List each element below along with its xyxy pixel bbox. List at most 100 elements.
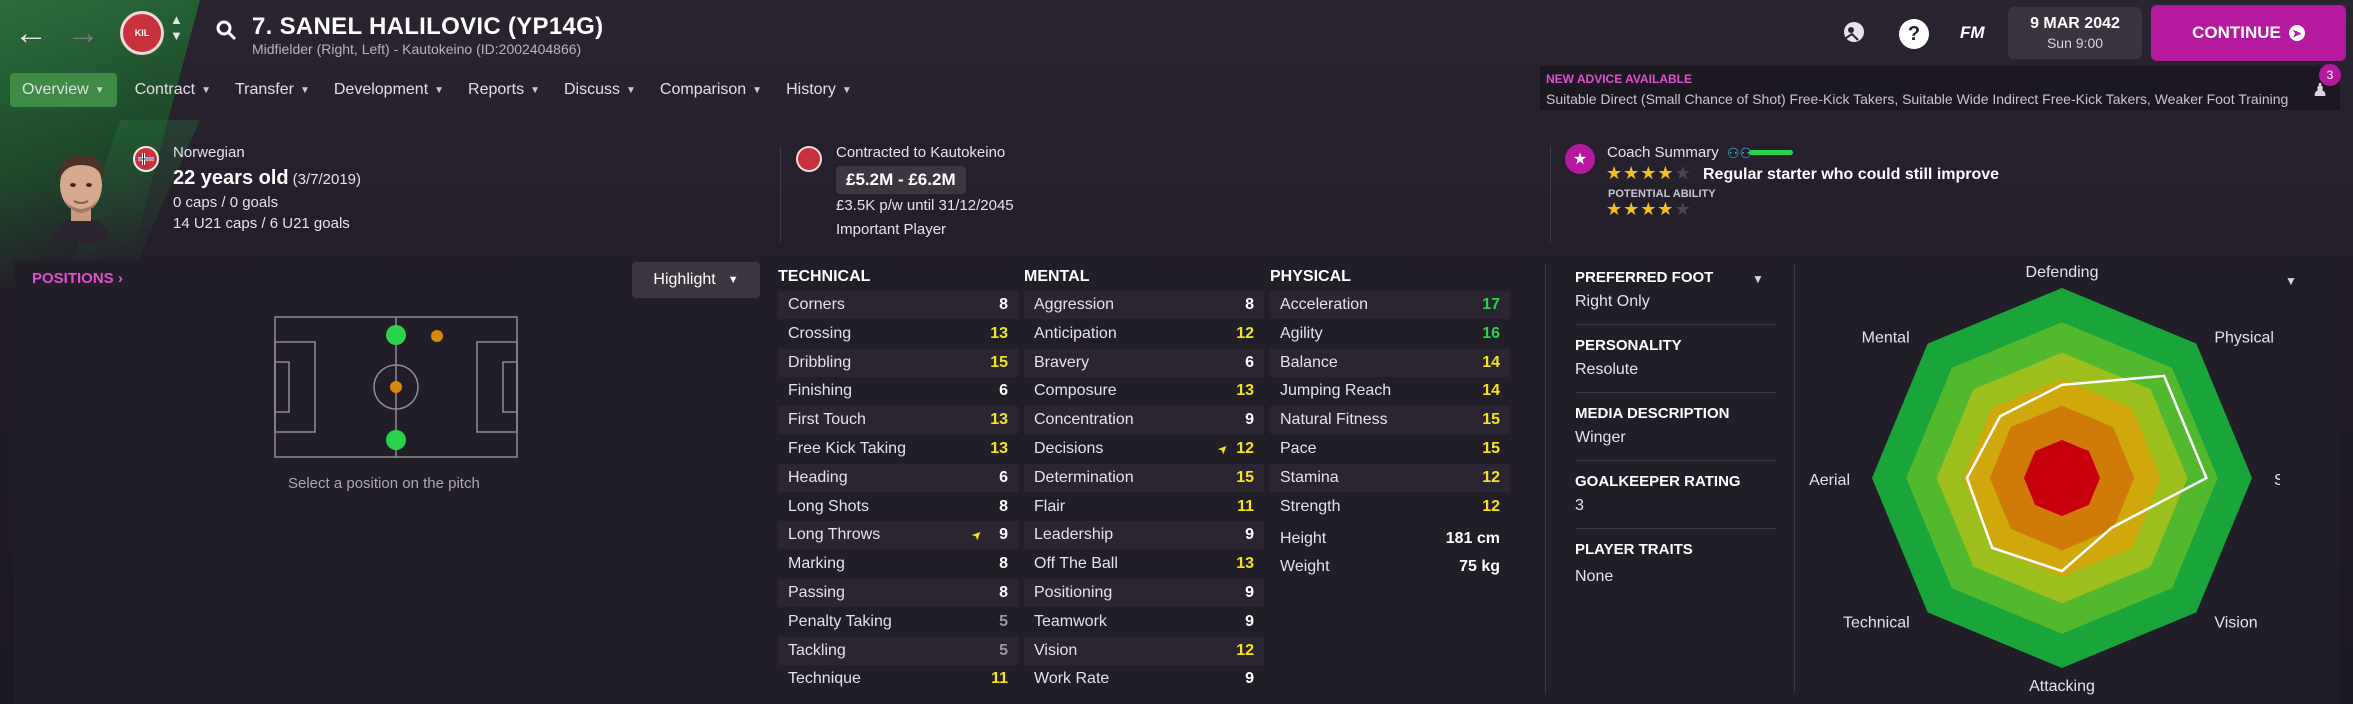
attribute-name: Dribbling — [788, 353, 852, 371]
attribute-name: Passing — [788, 584, 845, 601]
attribute-name: Determination — [1034, 468, 1134, 486]
club-crest[interactable]: KIL — [120, 11, 164, 55]
attribute-row[interactable]: Composure 13 — [1024, 377, 1264, 405]
attribute-row[interactable]: Determination 15 — [1024, 463, 1264, 492]
attribute-row[interactable]: Positioning 9 — [1024, 579, 1264, 607]
attribute-row[interactable]: Long Throws 9 ➤ — [778, 521, 1018, 550]
continue-button[interactable]: CONTINUE ➤ — [2151, 5, 2346, 61]
attribute-row[interactable]: Agility 16 — [1270, 320, 1510, 348]
attribute-row[interactable]: Flair 11 — [1024, 493, 1264, 521]
search-icon[interactable] — [214, 18, 238, 47]
attribute-row[interactable]: Pace 15 — [1270, 435, 1510, 463]
attribute-row[interactable]: Dribbling 15 — [778, 348, 1018, 377]
attribute-value: 9 — [1245, 584, 1254, 601]
attribute-name: Aggression — [1034, 296, 1115, 313]
preferred-foot-value: Right Only — [1575, 293, 1650, 310]
media-description-value: Winger — [1575, 429, 1626, 446]
menu-discuss[interactable]: Discuss ▼ — [552, 73, 648, 107]
attribute-row[interactable]: First Touch 13 — [778, 406, 1018, 435]
club-badge-icon[interactable] — [796, 146, 822, 172]
attribute-value: 8 — [999, 296, 1008, 313]
position-dot-accomplished[interactable] — [431, 330, 443, 342]
attribute-row[interactable]: Vision 12 — [1024, 636, 1264, 665]
position-dot-accomplished[interactable] — [390, 381, 402, 393]
contract-club-text: Contracted to Kautokeino — [836, 144, 1006, 161]
attribute-row[interactable]: Long Shots 8 — [778, 493, 1018, 521]
time-text: Sun 9:00 — [2046, 35, 2104, 51]
attribute-value: 6 — [999, 468, 1008, 486]
attribute-value: 5 — [999, 641, 1008, 659]
transfer-value-pill[interactable]: £5.2M - £6.2M — [836, 166, 966, 194]
chevron-down-icon[interactable]: ▼ — [1752, 272, 1764, 286]
media-description-title: MEDIA DESCRIPTION — [1575, 405, 1730, 422]
attribute-row[interactable]: Leadership 9 — [1024, 521, 1264, 550]
attribute-row[interactable]: Off The Ball 13 — [1024, 550, 1264, 578]
menu-development[interactable]: Development ▼ — [322, 73, 456, 107]
position-dot-natural[interactable] — [386, 430, 406, 450]
menu-transfer[interactable]: Transfer ▼ — [223, 73, 322, 107]
menu-reports[interactable]: Reports ▼ — [456, 73, 552, 107]
attribute-row[interactable]: Marking 8 — [778, 550, 1018, 578]
attribute-radar-chart: Defending Physical Speed Vision Attacking Tec… — [1809, 264, 2280, 695]
norway-flag-icon[interactable] — [133, 146, 159, 172]
menu-comparison[interactable]: Comparison ▼ — [648, 73, 774, 107]
attribute-row[interactable]: Free Kick Taking 13 — [778, 435, 1018, 463]
attribute-row[interactable]: Finishing 6 — [778, 377, 1018, 405]
attribute-row[interactable]: Jumping Reach 14 — [1270, 377, 1510, 405]
player-switch-chevrons-icon[interactable]: ▲ ▼ — [170, 12, 183, 44]
player-traits-value: None — [1575, 568, 1614, 585]
fm-menu-button[interactable]: FM — [1960, 23, 1985, 43]
social-feed-icon[interactable] — [1840, 18, 1868, 51]
attribute-row[interactable]: Decisions 12 ➤ — [1024, 435, 1264, 463]
attribute-row[interactable]: Passing 8 — [778, 579, 1018, 607]
chevron-down-icon: ▼ — [530, 84, 540, 96]
attribute-row[interactable]: Strength 12 — [1270, 493, 1510, 521]
back-arrow-icon[interactable]: ← — [14, 16, 48, 50]
menu-label: Transfer — [234, 81, 294, 98]
attribute-row[interactable]: Balance 14 — [1270, 348, 1510, 377]
divider — [1545, 264, 1546, 694]
highlight-dropdown[interactable]: Highlight ▼ — [632, 262, 760, 298]
divider — [1794, 264, 1795, 694]
attribute-row[interactable]: Work Rate 9 — [1024, 665, 1264, 693]
menu-history[interactable]: History ▼ — [774, 73, 864, 107]
help-icon[interactable]: ? — [1899, 19, 1929, 49]
menu-overview[interactable]: Overview ▼ — [10, 73, 117, 107]
attribute-row[interactable]: Anticipation 12 — [1024, 320, 1264, 348]
attribute-name: Teamwork — [1034, 612, 1107, 630]
menu-contract[interactable]: Contract ▼ — [123, 73, 223, 107]
attribute-row[interactable]: Natural Fitness 15 — [1270, 406, 1510, 435]
arrow-right-circle-icon: ➤ — [2288, 25, 2305, 41]
forward-arrow-icon[interactable]: → — [66, 16, 100, 50]
caps-text: 0 caps / 0 goals — [173, 194, 279, 211]
attribute-row[interactable]: Bravery 6 — [1024, 348, 1264, 377]
chevron-down-icon[interactable]: ▼ — [2285, 274, 2297, 288]
date-display[interactable]: 9 MAR 2042 Sun 9:00 — [2008, 7, 2142, 59]
attribute-row[interactable]: Stamina 12 — [1270, 463, 1510, 492]
attribute-value: 12 — [1236, 641, 1254, 659]
attribute-row[interactable]: Concentration 9 — [1024, 406, 1264, 435]
attribute-row[interactable]: Teamwork 9 — [1024, 608, 1264, 636]
attribute-row[interactable]: Tackling 5 — [778, 636, 1018, 665]
positions-link[interactable]: POSITIONS › — [32, 270, 123, 287]
attribute-name: Off The Ball — [1034, 555, 1118, 573]
attribute-row[interactable]: Aggression 8 — [1024, 291, 1264, 319]
attribute-row[interactable]: Technique 11 — [778, 665, 1018, 693]
attribute-name: Decisions — [1034, 440, 1104, 457]
attribute-row[interactable]: Heading 6 — [778, 463, 1018, 492]
menu-label: Discuss — [563, 81, 620, 98]
age-text: 22 years old — [173, 167, 289, 189]
attribute-row[interactable]: Crossing 13 — [778, 320, 1018, 348]
attribute-row[interactable]: Acceleration 17 — [1270, 291, 1510, 319]
position-pitch[interactable] — [274, 316, 518, 463]
attribute-row[interactable]: Penalty Taking 5 — [778, 608, 1018, 636]
attribute-name: Work Rate — [1034, 670, 1110, 688]
attribute-value: 15 — [1482, 411, 1500, 429]
advice-panel[interactable]: NEW ADVICE AVAILABLE Suitable Direct (Sm… — [1540, 64, 2341, 110]
height-value: 181 cm — [1445, 530, 1500, 547]
chevron-down-icon: ▼ — [434, 84, 445, 96]
attribute-row[interactable]: Corners 8 — [778, 291, 1018, 319]
attribute-name: Natural Fitness — [1280, 411, 1388, 429]
position-dot-natural[interactable] — [386, 325, 406, 345]
menu-label: Comparison — [659, 81, 747, 98]
